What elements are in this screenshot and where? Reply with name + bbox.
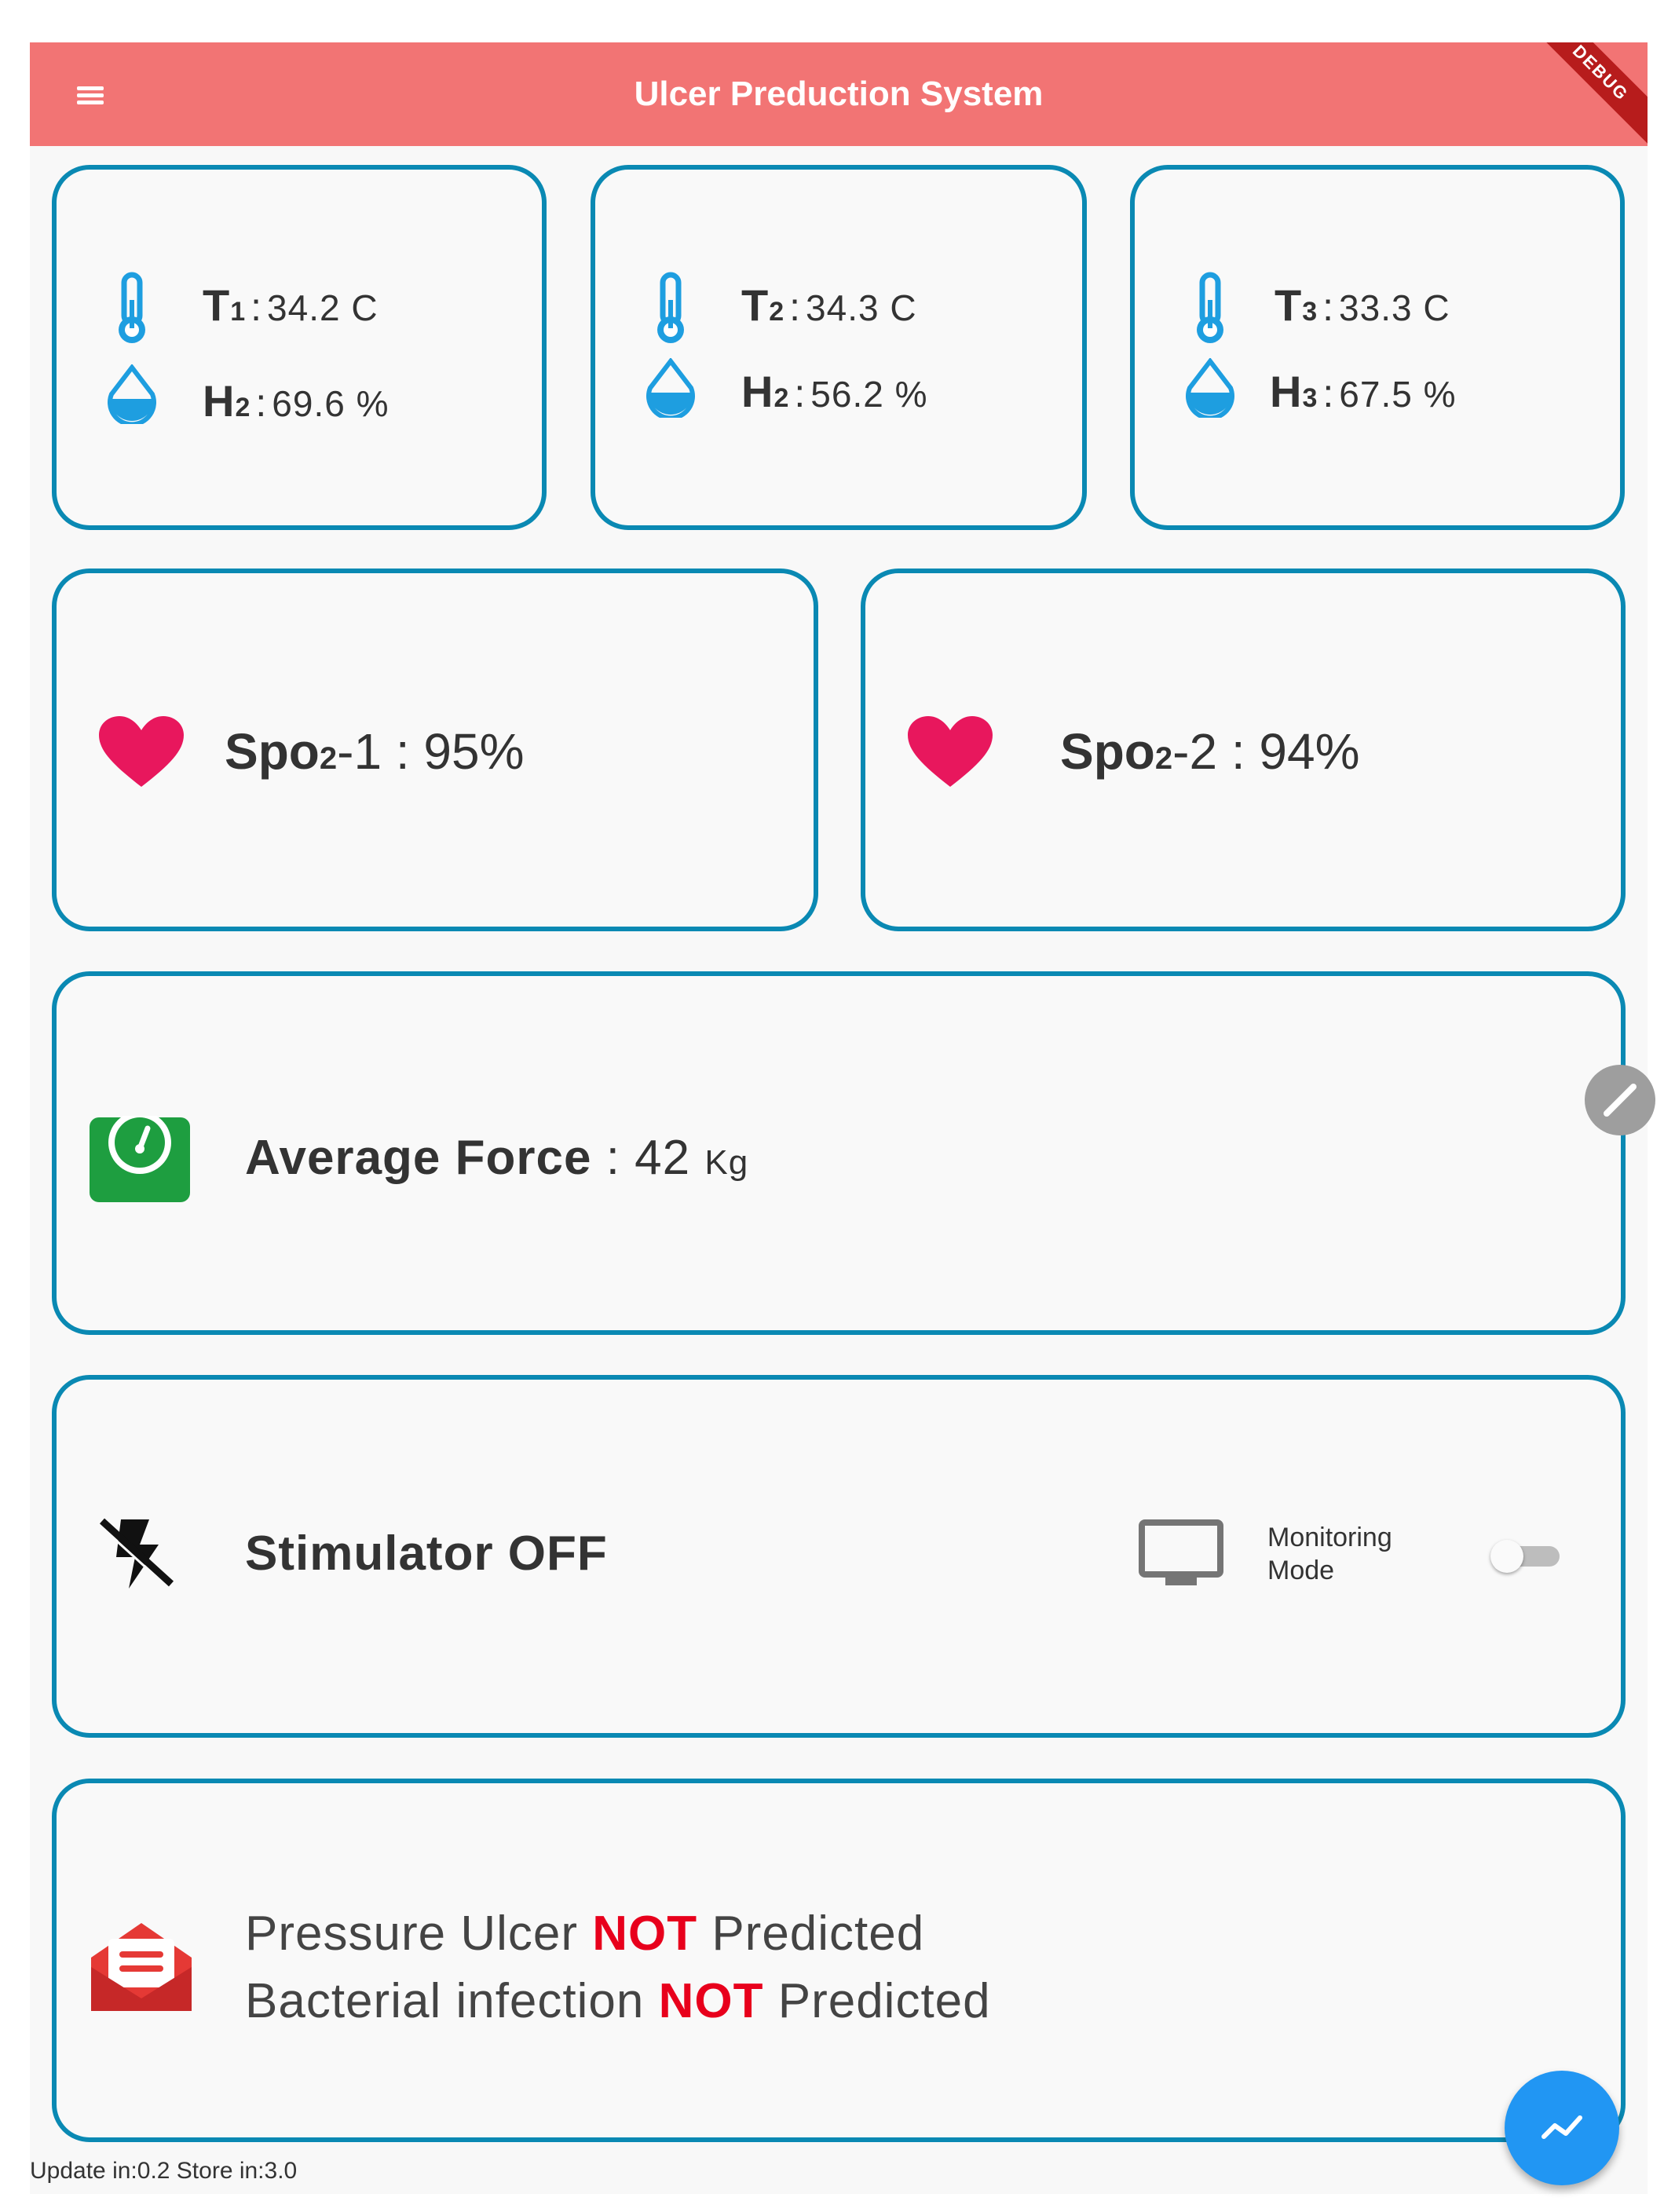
monitoring-mode-toggle[interactable] (1490, 1540, 1566, 1573)
sensor-card-1: T1:34.2 C H2:69.6 % (52, 165, 547, 530)
flash-off-icon (97, 1518, 174, 1589)
prediction-card: Pressure Ulcer NOT Predicted Bacterial i… (52, 1779, 1626, 2142)
humidity-reading-1: H2:69.6 % (203, 376, 389, 426)
droplet-icon (646, 358, 695, 418)
spo2-card-2: Spo2-2 : 94% (861, 569, 1626, 931)
edit-pencil-icon[interactable] (1585, 1065, 1655, 1135)
thermometer-icon (119, 272, 145, 343)
humidity-reading-3: H3:67.5 % (1270, 367, 1457, 416)
temperature-reading-2: T2:34.3 C (741, 280, 917, 330)
chart-fab-button[interactable] (1505, 2071, 1619, 2185)
pressure-ulcer-prediction: Pressure Ulcer NOT Predicted (245, 1907, 925, 1961)
weight-scale-icon (90, 1116, 190, 1202)
humidity-reading-2: H2:56.2 % (741, 367, 928, 416)
temperature-reading-3: T3:33.3 C (1275, 280, 1450, 330)
bacterial-infection-prediction: Bacterial infection NOT Predicted (245, 1974, 991, 2028)
droplet-icon (108, 364, 156, 424)
sensor-card-2: T2:34.3 C H2:56.2 % (591, 165, 1087, 530)
monitoring-mode-label: Monitoring Mode (1267, 1523, 1392, 1585)
force-card: Average Force : 42 Kg (52, 971, 1626, 1335)
stimulator-card: Stimulator OFF Monitoring Mode (52, 1375, 1626, 1738)
heart-icon (99, 716, 184, 787)
app-bar: Ulcer Preduction System DEBUG (30, 42, 1648, 146)
stimulator-status: Stimulator OFF (245, 1526, 608, 1581)
average-force-reading: Average Force : 42 Kg (245, 1131, 749, 1185)
heart-icon (908, 716, 993, 787)
page-title: Ulcer Preduction System (634, 75, 1044, 113)
update-status-text: Update in:0.2 Store in:3.0 (30, 2158, 298, 2184)
monitor-icon (1139, 1519, 1223, 1585)
temperature-reading-1: T1:34.2 C (203, 280, 379, 330)
sensor-card-3: T3:33.3 C H3:67.5 % (1130, 165, 1625, 530)
mail-open-icon (91, 1923, 192, 2011)
thermometer-icon (657, 272, 684, 343)
droplet-icon (1186, 358, 1234, 418)
spo2-card-1: Spo2-1 : 95% (52, 569, 818, 931)
spo2-reading-2: Spo2-2 : 94% (1060, 723, 1360, 780)
chart-line-icon (1542, 2115, 1582, 2139)
spo2-reading-1: Spo2-1 : 95% (225, 723, 525, 780)
thermometer-icon (1197, 272, 1223, 343)
